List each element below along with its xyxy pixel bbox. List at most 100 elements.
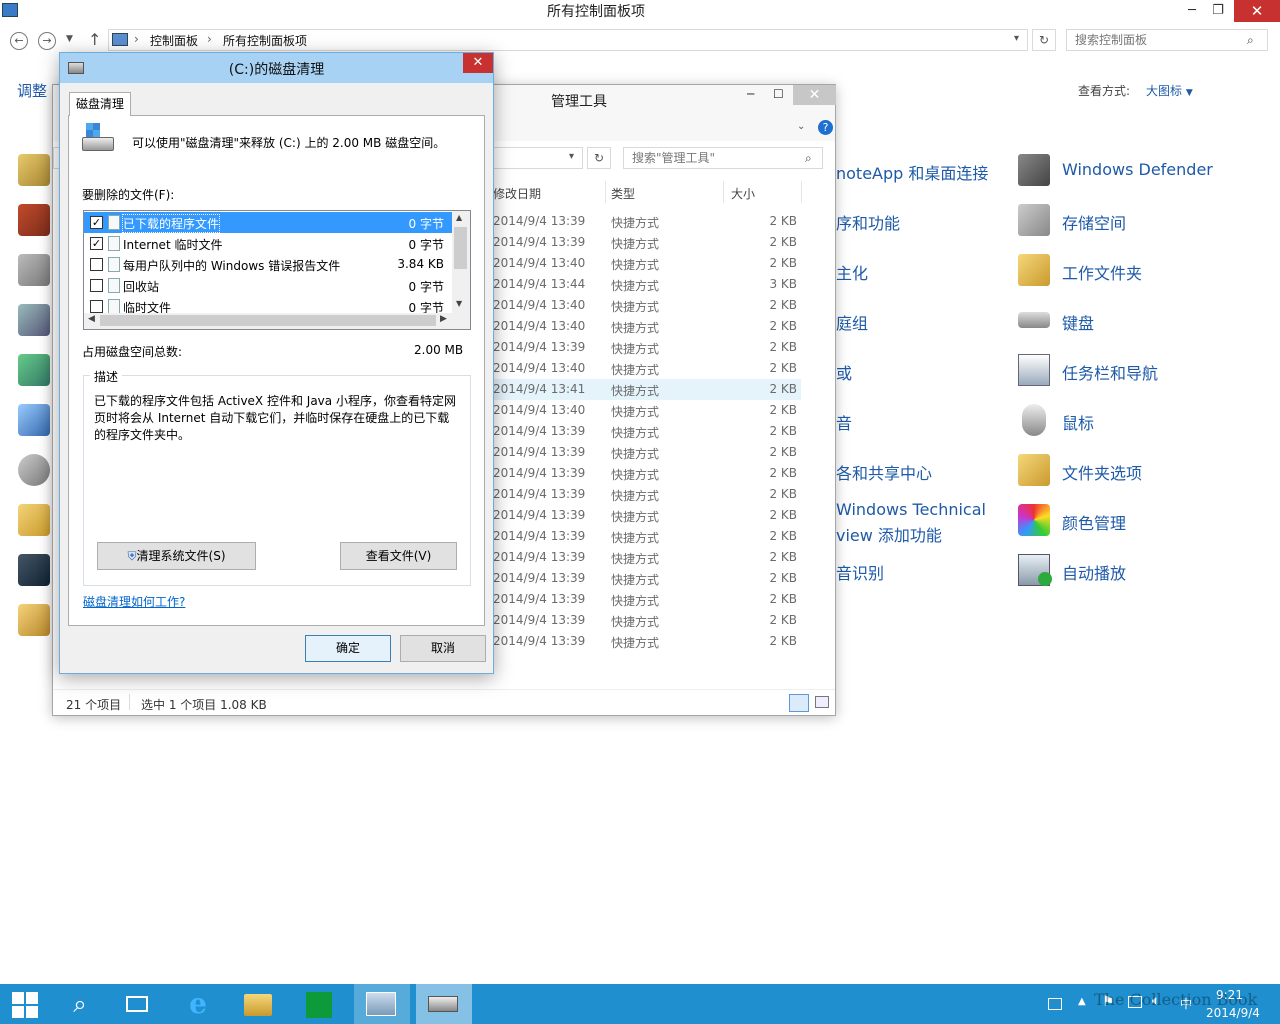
table-row[interactable]: 2014/9/4 13:39 快捷方式 2 KB [493, 421, 801, 442]
scroll-up-icon[interactable]: ▲ [456, 213, 462, 222]
cp-item-personalize[interactable]: 主化 [836, 254, 1016, 286]
table-row[interactable]: 2014/9/4 13:39 快捷方式 2 KB [493, 442, 801, 463]
close-button[interactable]: ✕ [1234, 0, 1280, 22]
list-item[interactable]: ✓ Internet 临时文件 0 字节 [84, 233, 452, 254]
start-button[interactable] [0, 984, 56, 1024]
large-icons-view-icon[interactable] [815, 696, 829, 708]
list-item[interactable]: 每用户队列中的 Windows 错误报告文件 3.84 KB [84, 254, 452, 275]
refresh-icon[interactable]: ↻ [1032, 29, 1056, 51]
table-row[interactable]: 2014/9/4 13:41 快捷方式 2 KB [493, 379, 801, 400]
search-icon[interactable]: ⌕ [805, 151, 812, 166]
cp-item-windows-defender[interactable]: Windows Defender [1018, 154, 1258, 186]
cp-item-network-sharing[interactable]: 各和共享中心 [836, 454, 1016, 486]
forward-icon[interactable]: → [38, 32, 56, 50]
checkbox[interactable] [90, 258, 103, 271]
scroll-thumb[interactable] [454, 227, 467, 269]
scroll-left-icon[interactable]: ◀ [88, 314, 95, 324]
credential-manager-icon[interactable] [18, 154, 50, 186]
tab-disk-cleanup[interactable]: 磁盘清理 [69, 92, 131, 116]
table-row[interactable]: 2014/9/4 13:39 快捷方式 2 KB [493, 505, 801, 526]
task-view-button[interactable] [110, 984, 166, 1024]
minimize-button[interactable]: ─ [1182, 0, 1202, 22]
column-header-date[interactable]: 修改日期 [493, 185, 541, 202]
internet-explorer-icon[interactable]: e [170, 984, 226, 1024]
refresh-icon[interactable]: ↻ [587, 147, 611, 169]
table-row[interactable]: 2014/9/4 13:40 快捷方式 2 KB [493, 358, 801, 379]
show-hidden-icons-icon[interactable]: ▲ [1078, 996, 1086, 1007]
table-row[interactable]: 2014/9/4 13:40 快捷方式 2 KB [493, 295, 801, 316]
scroll-down-icon[interactable]: ▼ [456, 299, 462, 308]
cancel-button[interactable]: 取消 [400, 635, 486, 662]
clean-system-files-button[interactable]: ⛨清理系统文件(S) [97, 542, 256, 570]
file-explorer-button[interactable] [230, 984, 286, 1024]
indexing-icon[interactable] [18, 454, 50, 486]
search-input[interactable]: 搜索控制面板 [1066, 29, 1268, 51]
table-row[interactable]: 2014/9/4 13:39 快捷方式 2 KB [493, 610, 801, 631]
details-view-icon[interactable] [789, 694, 809, 712]
cp-item-autoplay[interactable]: 自动播放 [1018, 554, 1258, 586]
minimize-button[interactable]: ─ [747, 87, 754, 101]
vertical-scrollbar[interactable]: ▲ ▼ [452, 211, 470, 313]
cp-item-remoteapp[interactable]: noteApp 和桌面连接 [836, 154, 1016, 186]
clock-time[interactable]: 9:21 [1216, 988, 1243, 1002]
checkbox[interactable] [90, 279, 103, 292]
close-button[interactable]: ✕ [793, 85, 836, 105]
help-icon[interactable]: ? [818, 120, 833, 135]
ribbon-expand-icon[interactable]: ⌄ [797, 121, 805, 132]
horizontal-scrollbar[interactable]: ◀ ▶ [84, 313, 470, 329]
view-files-button[interactable]: 查看文件(V) [340, 542, 457, 570]
control-panel-taskbar-button[interactable] [354, 984, 410, 1024]
table-row[interactable]: 2014/9/4 13:39 快捷方式 2 KB [493, 547, 801, 568]
table-row[interactable]: 2014/9/4 13:44 快捷方式 3 KB [493, 274, 801, 295]
file-history-icon[interactable] [18, 504, 50, 536]
cp-item-work-folders[interactable]: 工作文件夹 [1018, 254, 1258, 286]
store-button[interactable] [292, 984, 348, 1024]
table-row[interactable]: 2014/9/4 13:40 快捷方式 2 KB [493, 316, 801, 337]
cp-item-color-management[interactable]: 颜色管理 [1018, 504, 1258, 536]
search-icon[interactable]: ⌕ [52, 984, 108, 1024]
cp-item-region[interactable]: 或 [836, 354, 1016, 386]
breadcrumb-control-panel[interactable]: 控制面板 [150, 32, 198, 49]
search-icon[interactable]: ⌕ [1247, 33, 1254, 48]
cp-item-programs[interactable]: 序和功能 [836, 204, 1016, 236]
table-row[interactable]: 2014/9/4 13:40 快捷方式 2 KB [493, 253, 801, 274]
table-row[interactable]: 2014/9/4 13:39 快捷方式 2 KB [493, 589, 801, 610]
checkbox[interactable]: ✓ [90, 237, 103, 250]
list-item[interactable]: ✓ 已下载的程序文件 0 字节 [84, 212, 452, 233]
restore-button[interactable]: ❐ [1208, 0, 1228, 22]
table-row[interactable]: 2014/9/4 13:39 快捷方式 2 KB [493, 526, 801, 547]
table-row[interactable]: 2014/9/4 13:39 快捷方式 2 KB [493, 568, 801, 589]
breadcrumb-all-items[interactable]: 所有控制面板项 [223, 32, 307, 49]
firewall-icon[interactable] [18, 204, 50, 236]
address-dropdown-icon[interactable]: ▾ [1014, 33, 1019, 44]
cp-item-folder-options[interactable]: 文件夹选项 [1018, 454, 1258, 486]
cp-item-storage-spaces[interactable]: 存储空间 [1018, 204, 1258, 236]
column-divider[interactable] [801, 181, 802, 203]
view-mode-dropdown[interactable]: 大图标 ▼ [1146, 82, 1193, 99]
ok-button[interactable]: 确定 [305, 635, 391, 662]
back-icon[interactable]: ← [10, 32, 28, 50]
up-icon[interactable]: ↑ [88, 30, 101, 49]
cp-item-sound[interactable]: 音 [836, 404, 1016, 436]
column-header-type[interactable]: 类型 [611, 185, 635, 202]
cp-item-mouse[interactable]: 鼠标 [1018, 404, 1258, 436]
phone-modem-icon[interactable] [18, 254, 50, 286]
checkbox[interactable]: ✓ [90, 216, 103, 229]
column-divider[interactable] [723, 181, 724, 203]
list-item[interactable]: 回收站 0 字节 [84, 275, 452, 296]
cp-item-homegroup[interactable]: 庭组 [836, 304, 1016, 336]
table-row[interactable]: 2014/9/4 13:39 快捷方式 2 KB [493, 232, 801, 253]
explorer-search-input[interactable]: 搜索"管理工具" [623, 147, 823, 169]
action-center-icon[interactable] [18, 354, 50, 386]
column-header-size[interactable]: 大小 [731, 185, 755, 202]
cp-item-keyboard[interactable]: 键盘 [1018, 304, 1258, 336]
display-icon[interactable] [18, 554, 50, 586]
maximize-button[interactable]: ☐ [773, 87, 784, 101]
cp-item-taskbar-navigation[interactable]: 任务栏和导航 [1018, 354, 1258, 386]
fonts-icon[interactable] [18, 604, 50, 636]
how-disk-cleanup-works-link[interactable]: 磁盘清理如何工作? [83, 593, 185, 610]
recent-pages-chevron-icon[interactable]: ▼ [66, 34, 73, 44]
scroll-right-icon[interactable]: ▶ [440, 314, 447, 324]
files-to-delete-list[interactable]: ✓ 已下载的程序文件 0 字节 ✓ Internet 临时文件 0 字节 每用户队列中的 W… [83, 210, 471, 330]
checkbox[interactable] [90, 300, 103, 313]
